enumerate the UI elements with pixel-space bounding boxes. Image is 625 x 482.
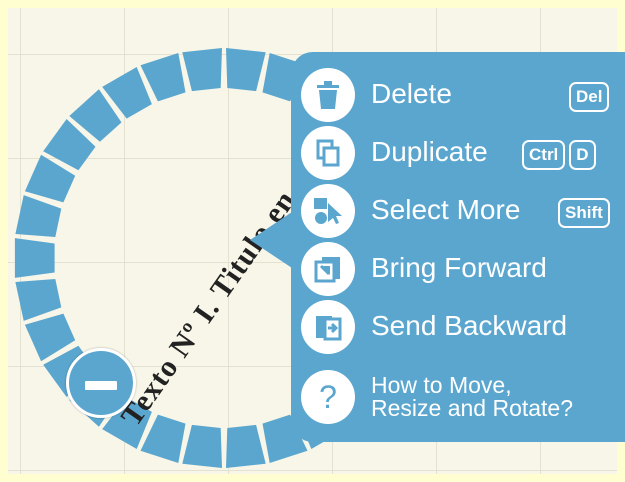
menu-item-select-more[interactable]: Select More Shift <box>291 182 625 240</box>
menu-item-label: Select More <box>371 194 521 225</box>
shrink-handle[interactable] <box>66 348 136 418</box>
menu-item-help[interactable]: ? How to Move, Resize and Rotate? <box>291 364 625 430</box>
menu-pointer <box>250 212 292 268</box>
menu-item-label: Send Backward <box>371 310 568 341</box>
menu-item-label: Delete <box>371 78 452 109</box>
key-badge: Ctrl <box>522 140 566 170</box>
menu-item-bring-forward[interactable]: Bring Forward <box>291 240 625 298</box>
key-badge: D <box>569 140 596 170</box>
key-badge: Del <box>569 82 610 112</box>
menu-item-label: Duplicate <box>371 136 488 167</box>
menu-item-label: How to Move, Resize and Rotate? <box>371 372 574 421</box>
svg-text:?: ? <box>319 380 337 414</box>
menu-item-duplicate[interactable]: Duplicate Ctrl D <box>291 124 625 182</box>
menu-item-send-backward[interactable]: Send Backward <box>291 298 625 356</box>
question-mark-icon: ? <box>301 370 355 424</box>
duplicate-icon <box>301 126 355 180</box>
menu-item-delete[interactable]: Delete Del <box>291 66 625 124</box>
select-more-icon <box>301 184 355 238</box>
menu-item-label: Bring Forward <box>371 252 547 283</box>
context-menu: Delete Del Duplicate Ctrl D Select More … <box>291 52 625 442</box>
trash-can-icon <box>301 68 355 122</box>
send-backward-icon <box>301 300 355 354</box>
bring-forward-icon <box>301 242 355 296</box>
key-badge: Shift <box>558 198 610 228</box>
